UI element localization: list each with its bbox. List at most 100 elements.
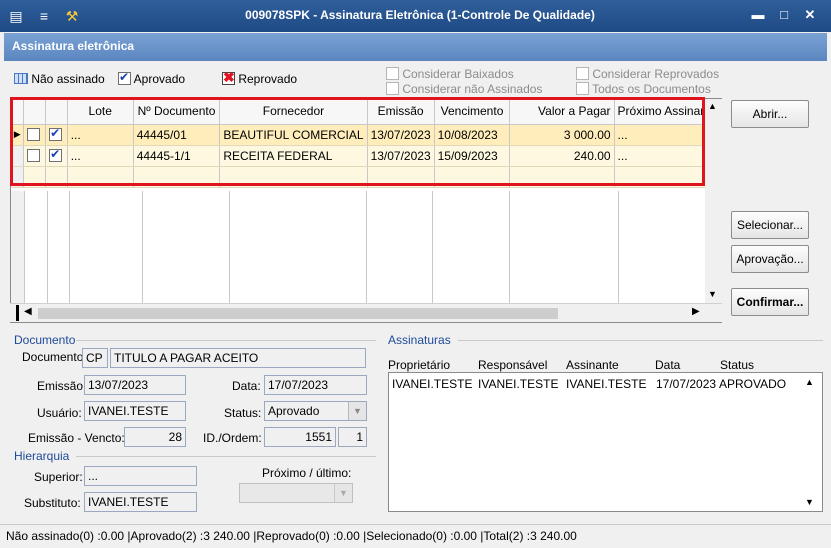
sig-cell-status: APROVADO bbox=[719, 377, 787, 391]
maximize-button[interactable]: □ bbox=[772, 6, 796, 26]
cell-vencimento: 15/09/2023 bbox=[434, 145, 511, 167]
table-row[interactable]: ... 44445-1/1 RECEITA FEDERAL 13/07/2023… bbox=[11, 145, 721, 167]
emissao-label: Emissão: bbox=[37, 379, 87, 393]
row-select-checkbox[interactable] bbox=[23, 124, 47, 146]
scroll-left-icon[interactable]: ◀ bbox=[24, 306, 32, 317]
cell-documento: 44445/01 bbox=[133, 124, 221, 146]
usuario-field: IVANEI.TESTE bbox=[84, 401, 186, 421]
row-approved-checkbox[interactable] bbox=[45, 145, 68, 167]
considerar-reprovados-label: Considerar Reprovados bbox=[592, 67, 720, 81]
grid-header-row: Lote Nº Documento Fornecedor Emissão Ven… bbox=[11, 99, 721, 125]
filter-considerar-baixados[interactable]: Considerar Baixados bbox=[386, 67, 514, 81]
chevron-down-icon[interactable]: ▼ bbox=[334, 484, 352, 502]
superior-field[interactable]: ... bbox=[84, 466, 197, 486]
grid-header-vencimento[interactable]: Vencimento bbox=[434, 99, 511, 125]
hierarquia-section-title: Hierarquia bbox=[14, 449, 70, 463]
grid-row-marker bbox=[16, 305, 19, 321]
confirmar-button[interactable]: Confirmar... bbox=[731, 288, 809, 316]
grid-icon bbox=[14, 73, 28, 84]
emissao-field: 13/07/2023 bbox=[84, 375, 186, 395]
sig-header-status[interactable]: Status bbox=[720, 358, 754, 372]
cell-vencimento: 10/08/2023 bbox=[434, 124, 511, 146]
data-label: Data: bbox=[232, 379, 261, 393]
assinaturas-section-title: Assinaturas bbox=[388, 333, 451, 347]
documento-label: Documento: bbox=[22, 350, 87, 364]
filter-todos-documentos[interactable]: Todos os Documentos bbox=[576, 82, 711, 96]
row-select-checkbox[interactable] bbox=[23, 145, 47, 167]
sig-cell-responsavel: IVANEI.TESTE bbox=[478, 377, 559, 391]
documents-grid[interactable]: Lote Nº Documento Fornecedor Emissão Ven… bbox=[10, 98, 722, 323]
sig-header-proprietario[interactable]: Proprietário bbox=[388, 358, 450, 372]
status-value: Aprovado bbox=[268, 404, 320, 418]
grid-header-valor[interactable]: Valor a Pagar bbox=[509, 99, 615, 125]
sig-cell-proprietario: IVANEI.TESTE bbox=[392, 377, 473, 391]
scroll-thumb[interactable] bbox=[38, 308, 558, 319]
scroll-down-icon[interactable]: ▼ bbox=[708, 289, 717, 299]
table-row-empty bbox=[11, 166, 721, 188]
id-ordem-label: ID./Ordem: bbox=[203, 431, 262, 445]
wrench-icon[interactable]: ⚒ bbox=[64, 8, 80, 24]
considerar-baixados-checkbox[interactable] bbox=[386, 67, 399, 80]
proximo-ultimo-select[interactable]: ▼ bbox=[239, 483, 353, 503]
sig-cell-data: 17/07/2023 bbox=[656, 377, 717, 391]
grid-vertical-scrollbar[interactable]: ▲ ▼ bbox=[705, 99, 722, 304]
status-select[interactable]: Aprovado ▼ bbox=[264, 401, 367, 421]
grid-header-lote[interactable]: Lote bbox=[67, 99, 134, 125]
sig-header-assinante[interactable]: Assinante bbox=[566, 358, 619, 372]
chevron-down-icon[interactable]: ▼ bbox=[348, 402, 366, 420]
signatures-list[interactable]: IVANEI.TESTE IVANEI.TESTE IVANEI.TESTE 1… bbox=[388, 372, 823, 512]
substituto-label: Substituto: bbox=[24, 496, 81, 510]
todos-documentos-checkbox[interactable] bbox=[576, 82, 589, 95]
row-approved-checkbox[interactable] bbox=[45, 124, 68, 146]
legend-nao-assinado: Não assinado bbox=[14, 72, 105, 86]
table-row[interactable]: ▶ ... 44445/01 BEAUTIFUL COMERCIAL 13/07… bbox=[11, 124, 721, 146]
grid-header-documento[interactable]: Nº Documento bbox=[133, 99, 221, 125]
grid-horizontal-scrollbar[interactable]: ◀ ▶ bbox=[10, 303, 722, 322]
minimize-button[interactable]: ▬ bbox=[746, 6, 770, 26]
aprovacao-button[interactable]: Aprovação... bbox=[731, 245, 809, 273]
rejected-x-icon: ✖ bbox=[222, 69, 235, 85]
grid-header-fornecedor[interactable]: Fornecedor bbox=[219, 99, 368, 125]
grid-header-indicator bbox=[11, 99, 25, 125]
sig-header-responsavel[interactable]: Responsável bbox=[478, 358, 547, 372]
legend-reprovado-label: Reprovado bbox=[238, 72, 298, 86]
scroll-right-icon[interactable]: ▶ bbox=[692, 306, 700, 317]
considerar-nao-assinados-checkbox[interactable] bbox=[386, 82, 399, 95]
grid-header-check1 bbox=[23, 99, 47, 125]
cell-lote: ... bbox=[67, 145, 134, 167]
panel-header: Assinatura eletrônica bbox=[4, 33, 827, 61]
cell-valor: 3 000.00 bbox=[509, 124, 615, 146]
scroll-up-icon[interactable]: ▲ bbox=[708, 101, 717, 111]
cell-fornecedor: BEAUTIFUL COMERCIAL bbox=[219, 124, 368, 146]
layers-icon[interactable]: ≡ bbox=[36, 8, 52, 24]
data-field: 17/07/2023 bbox=[264, 375, 367, 395]
substituto-field[interactable]: IVANEI.TESTE bbox=[84, 492, 197, 512]
grid-header-emissao[interactable]: Emissão bbox=[367, 99, 435, 125]
documents-table: Lote Nº Documento Fornecedor Emissão Ven… bbox=[11, 99, 721, 188]
sig-header-data[interactable]: Data bbox=[655, 358, 680, 372]
scroll-down-icon[interactable]: ▼ bbox=[805, 497, 814, 507]
emissao-vencto-label: Emissão - Vencto: bbox=[28, 431, 125, 445]
superior-label: Superior: bbox=[34, 470, 83, 484]
considerar-baixados-label: Considerar Baixados bbox=[402, 67, 514, 81]
status-label: Status: bbox=[224, 406, 262, 420]
approved-check-icon bbox=[118, 70, 131, 85]
documento-section-title: Documento bbox=[14, 333, 76, 347]
grid-header-check2 bbox=[45, 99, 68, 125]
scroll-up-icon[interactable]: ▲ bbox=[805, 377, 814, 387]
abrir-button[interactable]: Abrir... bbox=[731, 100, 809, 128]
documento-desc-field: TITULO A PAGAR ACEITO bbox=[110, 348, 366, 368]
proximo-ultimo-label: Próximo / último: bbox=[262, 466, 352, 480]
app-menu-icon[interactable]: ▤ bbox=[8, 8, 24, 24]
filter-considerar-reprovados[interactable]: Considerar Reprovados bbox=[576, 67, 719, 81]
selecionar-button[interactable]: Selecionar... bbox=[731, 211, 809, 239]
considerar-reprovados-checkbox[interactable] bbox=[576, 67, 589, 80]
ordem-field: 1 bbox=[338, 427, 367, 447]
close-button[interactable]: ✕ bbox=[798, 6, 822, 26]
filter-considerar-nao-assinados[interactable]: Considerar não Assinados bbox=[386, 82, 542, 96]
todos-documentos-label: Todos os Documentos bbox=[592, 82, 711, 96]
cell-lote: ... bbox=[67, 124, 134, 146]
legend-aprovado-label: Aprovado bbox=[133, 72, 186, 86]
cell-emissao: 13/07/2023 bbox=[367, 145, 435, 167]
row-indicator bbox=[11, 145, 25, 167]
